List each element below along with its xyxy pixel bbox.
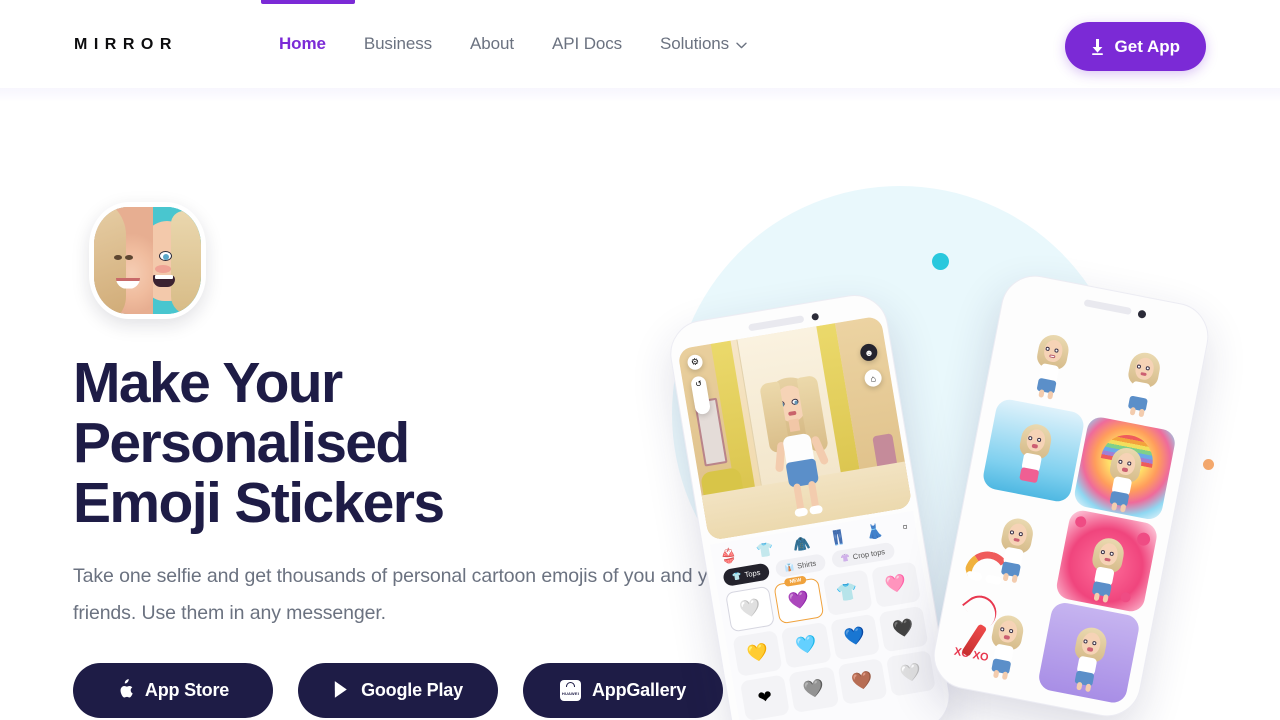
nav-item-api-docs[interactable]: API Docs	[533, 0, 641, 88]
tab-shirts-label: Shirts	[796, 558, 817, 571]
nav-item-solutions[interactable]: Solutions	[641, 0, 766, 88]
wardrobe-item[interactable]: 💛	[732, 630, 783, 677]
huawei-icon: HUAWEI	[559, 680, 581, 701]
wardrobe-item[interactable]: 🤎	[837, 658, 888, 705]
avatar-scene: ⚙ ↺ ☻ ⌂	[677, 315, 913, 541]
tab-shirts[interactable]: 👔 Shirts	[774, 553, 827, 579]
wardrobe-item[interactable]: ❤	[739, 674, 791, 720]
subtitle-line-1: Take one selfie and get thousands of per…	[73, 565, 598, 587]
sticker-water-splash[interactable]	[981, 396, 1086, 504]
wardrobe-item[interactable]: 👕	[822, 569, 873, 617]
headline-line-2: Personalised	[73, 411, 410, 475]
tab-tops[interactable]: 👕 Tops	[722, 562, 771, 587]
wardrobe-item[interactable]: 🩶	[788, 666, 839, 714]
sticker-rainbow-portrait[interactable]	[1072, 414, 1178, 522]
sticker-waving-hello[interactable]	[1091, 325, 1195, 428]
tab-tops-label: Tops	[743, 567, 762, 580]
icon-cardigan[interactable]: 🧥	[792, 534, 812, 554]
decor-dot-orange	[1203, 459, 1214, 470]
nav-label-business: Business	[363, 34, 433, 53]
wardrobe-item[interactable]: 🤍	[725, 585, 776, 633]
brand-logo[interactable]: MIRROR	[74, 36, 178, 54]
wardrobe-item[interactable]: 💙	[829, 613, 880, 661]
hero-avatar	[89, 202, 206, 319]
avatar-cartoon-half	[152, 207, 201, 314]
active-nav-indicator	[261, 0, 355, 4]
wardrobe-item[interactable]: 🩷	[870, 561, 922, 609]
sticker-shocked-face[interactable]	[999, 307, 1103, 410]
icon-more[interactable]: ▫	[901, 518, 909, 536]
headline-line-3: Emoji Stickers	[73, 471, 445, 535]
nav-label-api-docs: API Docs	[551, 34, 623, 53]
appgallery-button[interactable]: HUAWEI AppGallery	[523, 663, 723, 718]
headline-line-1: Make Your	[73, 351, 343, 415]
get-app-button[interactable]: Get App	[1064, 22, 1206, 71]
icon-sleeves[interactable]: 👖	[828, 528, 848, 548]
google-play-icon	[333, 680, 350, 702]
icon-dress[interactable]: 👗	[865, 522, 885, 542]
google-play-label: Google Play	[361, 680, 463, 700]
avatar-image	[94, 207, 201, 314]
store-buttons: App Store Google Play HUAWEI AppGallery	[73, 663, 723, 718]
apple-icon	[117, 679, 134, 702]
google-play-button[interactable]: Google Play	[298, 663, 498, 718]
get-app-label: Get App	[1114, 36, 1180, 56]
nav-label-about: About	[470, 34, 514, 53]
nav-item-about[interactable]: About	[451, 0, 533, 88]
wardrobe-tray: 👙 👕 🧥 👖 👗 ▫ 👕Tops 👔Shirts 👚Crop tops	[709, 510, 948, 720]
appgallery-label: AppGallery	[591, 680, 687, 700]
sticker-purple-selfie[interactable]	[1036, 600, 1142, 705]
phone-camera	[811, 312, 820, 321]
decor-dot-teal	[932, 253, 949, 270]
wardrobe-item[interactable]: NEW 💜	[773, 575, 824, 625]
hero-section: Make Your Personalised Emoji Stickers Ta…	[0, 88, 1280, 720]
hero-subtitle: Take one selfie and get thousands of per…	[73, 558, 743, 632]
sticker-rainbow-puke[interactable]	[963, 491, 1067, 596]
sticker-hearts-love[interactable]	[1054, 508, 1160, 614]
nav-item-home[interactable]: Home	[260, 0, 345, 88]
sticker-crayon-xoxo[interactable]: XO XO	[945, 582, 1049, 687]
main-navigation: Home Business About API Docs Solutions	[260, 0, 766, 88]
avatar-photo-half	[94, 207, 153, 314]
page-title: Make Your Personalised Emoji Stickers	[73, 353, 693, 533]
icon-tshirt[interactable]: 👕	[755, 540, 775, 560]
app-store-button[interactable]: App Store	[73, 663, 273, 718]
download-icon	[1091, 38, 1104, 55]
app-store-label: App Store	[144, 680, 230, 700]
icon-bodysuit[interactable]: 👙	[719, 547, 739, 567]
wardrobe-item[interactable]: 🩵	[781, 621, 832, 669]
nav-item-business[interactable]: Business	[345, 0, 451, 88]
tab-crop-tops-label: Crop tops	[852, 547, 886, 562]
phone-notch	[1083, 299, 1132, 316]
header-underglow	[0, 88, 1280, 102]
nav-label-solutions: Solutions	[660, 34, 730, 53]
chevron-down-icon	[736, 42, 747, 49]
wardrobe-item[interactable]: 🖤	[878, 605, 929, 653]
wardrobe-item[interactable]: 🤍	[885, 650, 936, 697]
phone-camera	[1137, 309, 1147, 319]
nav-label-home: Home	[279, 34, 326, 53]
site-header: MIRROR Home Business About API Docs Solu…	[0, 0, 1280, 88]
